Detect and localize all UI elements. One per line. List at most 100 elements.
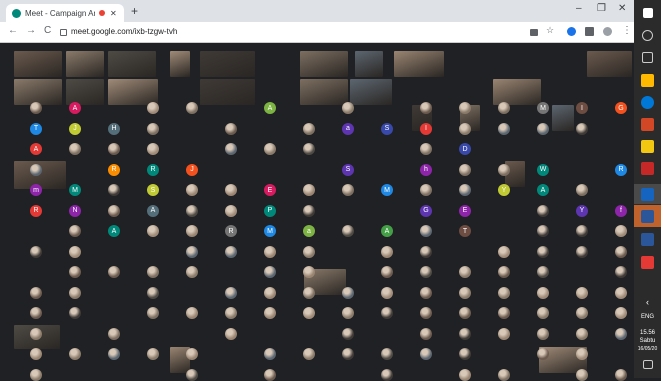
participant-avatar-photo[interactable] — [303, 245, 315, 258]
forward-icon[interactable]: → — [26, 25, 36, 36]
participant-avatar-photo[interactable] — [69, 286, 81, 299]
participant-avatar-photo[interactable] — [186, 225, 198, 237]
participant-avatar-photo[interactable] — [459, 348, 471, 360]
participant-avatar-photo[interactable] — [342, 184, 354, 196]
participant-avatar-initial[interactable]: M — [381, 184, 393, 196]
participant-avatar-photo[interactable] — [576, 348, 588, 360]
participant-avatar-photo[interactable] — [615, 266, 627, 278]
participant-avatar-photo[interactable] — [108, 266, 120, 278]
participant-avatar-photo[interactable] — [30, 307, 42, 319]
participant-avatar-photo[interactable] — [615, 245, 627, 258]
participant-avatar-initial[interactable]: J — [186, 163, 198, 176]
participant-avatar-photo[interactable] — [108, 184, 120, 196]
participant-avatar-photo[interactable] — [576, 225, 588, 237]
participant-avatar-initial[interactable]: A — [381, 225, 393, 237]
reload-icon[interactable]: C — [44, 25, 51, 36]
participant-avatar-photo[interactable] — [615, 225, 627, 237]
participant-avatar-photo[interactable] — [69, 245, 81, 258]
participant-avatar-photo[interactable] — [459, 368, 471, 381]
participant-avatar-initial[interactable]: G — [615, 102, 627, 114]
participant-avatar-photo[interactable] — [381, 266, 393, 278]
participant-avatar-photo[interactable] — [264, 286, 276, 299]
participant-avatar-initial[interactable]: a — [342, 122, 354, 135]
participant-avatar-photo[interactable] — [498, 307, 510, 319]
participant-avatar-photo[interactable] — [498, 245, 510, 258]
participant-avatar-initial[interactable]: T — [30, 122, 42, 135]
participant-avatar-photo[interactable] — [498, 122, 510, 135]
participant-avatar-photo[interactable] — [498, 327, 510, 340]
participant-avatar-photo[interactable] — [264, 348, 276, 360]
participant-avatar-photo[interactable] — [615, 368, 627, 381]
participant-avatar-initial[interactable]: E — [459, 204, 471, 217]
participant-avatar-photo[interactable] — [342, 225, 354, 237]
participant-avatar-photo[interactable] — [576, 368, 588, 381]
participant-avatar-initial[interactable]: R — [108, 163, 120, 176]
restore-icon[interactable]: ❐ — [597, 3, 606, 14]
participant-avatar-photo[interactable] — [69, 307, 81, 319]
tray-chevron-icon[interactable]: ‹ — [634, 297, 661, 307]
participant-avatar-photo[interactable] — [537, 122, 549, 135]
participant-avatar-photo[interactable] — [615, 327, 627, 340]
participant-avatar-photo[interactable] — [30, 348, 42, 360]
participant-avatar-photo[interactable] — [420, 225, 432, 237]
participant-avatar-photo[interactable] — [342, 327, 354, 340]
star-icon[interactable]: ☆ — [546, 25, 554, 36]
participant-avatar-photo[interactable] — [30, 368, 42, 381]
participant-avatar-initial[interactable]: a — [303, 225, 315, 237]
participant-video-tile[interactable] — [66, 51, 104, 77]
participant-avatar-photo[interactable] — [342, 286, 354, 299]
participant-avatar-photo[interactable] — [30, 286, 42, 299]
participant-video-tile[interactable] — [66, 79, 104, 105]
participant-avatar-photo[interactable] — [381, 307, 393, 319]
participant-avatar-photo[interactable] — [459, 163, 471, 176]
participant-avatar-photo[interactable] — [303, 307, 315, 319]
tab-meet[interactable]: Meet - Campaign Ambassad ✕ — [6, 4, 124, 22]
participant-avatar-photo[interactable] — [342, 348, 354, 360]
participant-video-tile[interactable] — [108, 51, 156, 77]
participant-avatar-photo[interactable] — [186, 204, 198, 217]
participant-avatar-photo[interactable] — [264, 266, 276, 278]
participant-avatar-photo[interactable] — [264, 245, 276, 258]
participant-avatar-photo[interactable] — [303, 122, 315, 135]
participant-avatar-initial[interactable]: S — [381, 122, 393, 135]
participant-avatar-photo[interactable] — [537, 245, 549, 258]
participant-avatar-photo[interactable] — [420, 102, 432, 114]
participant-avatar-photo[interactable] — [303, 286, 315, 299]
participant-avatar-photo[interactable] — [147, 286, 159, 299]
participant-video-tile[interactable] — [14, 79, 62, 105]
participant-video-tile[interactable] — [300, 79, 348, 105]
participant-avatar-photo[interactable] — [147, 122, 159, 135]
participant-avatar-initial[interactable]: A — [537, 184, 549, 196]
participant-avatar-photo[interactable] — [420, 327, 432, 340]
participant-avatar-photo[interactable] — [225, 286, 237, 299]
participant-avatar-photo[interactable] — [576, 307, 588, 319]
participant-avatar-photo[interactable] — [30, 327, 42, 340]
word-icon-1[interactable] — [641, 210, 654, 223]
participant-avatar-initial[interactable]: R — [615, 163, 627, 176]
participant-avatar-photo[interactable] — [615, 286, 627, 299]
participant-video-tile[interactable] — [394, 51, 444, 77]
participant-avatar-photo[interactable] — [225, 184, 237, 196]
participant-avatar-photo[interactable] — [342, 102, 354, 114]
participant-avatar-photo[interactable] — [303, 348, 315, 360]
participant-avatar-initial[interactable]: R — [147, 163, 159, 176]
participant-avatar-photo[interactable] — [186, 368, 198, 381]
participant-avatar-photo[interactable] — [537, 225, 549, 237]
participant-avatar-initial[interactable]: M — [69, 184, 81, 196]
participant-avatar-initial[interactable]: m — [30, 184, 42, 196]
participant-avatar-initial[interactable]: P — [264, 204, 276, 217]
participant-avatar-photo[interactable] — [420, 348, 432, 360]
url-field[interactable]: meet.google.com/ixb-tzgw-tvh — [60, 25, 530, 38]
participant-avatar-photo[interactable] — [381, 286, 393, 299]
participant-avatar-photo[interactable] — [420, 143, 432, 155]
participant-avatar-initial[interactable]: A — [147, 204, 159, 217]
participant-avatar-initial[interactable]: S — [147, 184, 159, 196]
participant-avatar-photo[interactable] — [576, 245, 588, 258]
participant-avatar-initial[interactable]: f — [615, 204, 627, 217]
participant-avatar-photo[interactable] — [147, 102, 159, 114]
language-indicator[interactable]: ENG — [634, 314, 661, 320]
participant-video-tile[interactable] — [108, 79, 158, 105]
participant-avatar-photo[interactable] — [381, 368, 393, 381]
participant-avatar-photo[interactable] — [69, 348, 81, 360]
participant-avatar-initial[interactable]: S — [342, 163, 354, 176]
